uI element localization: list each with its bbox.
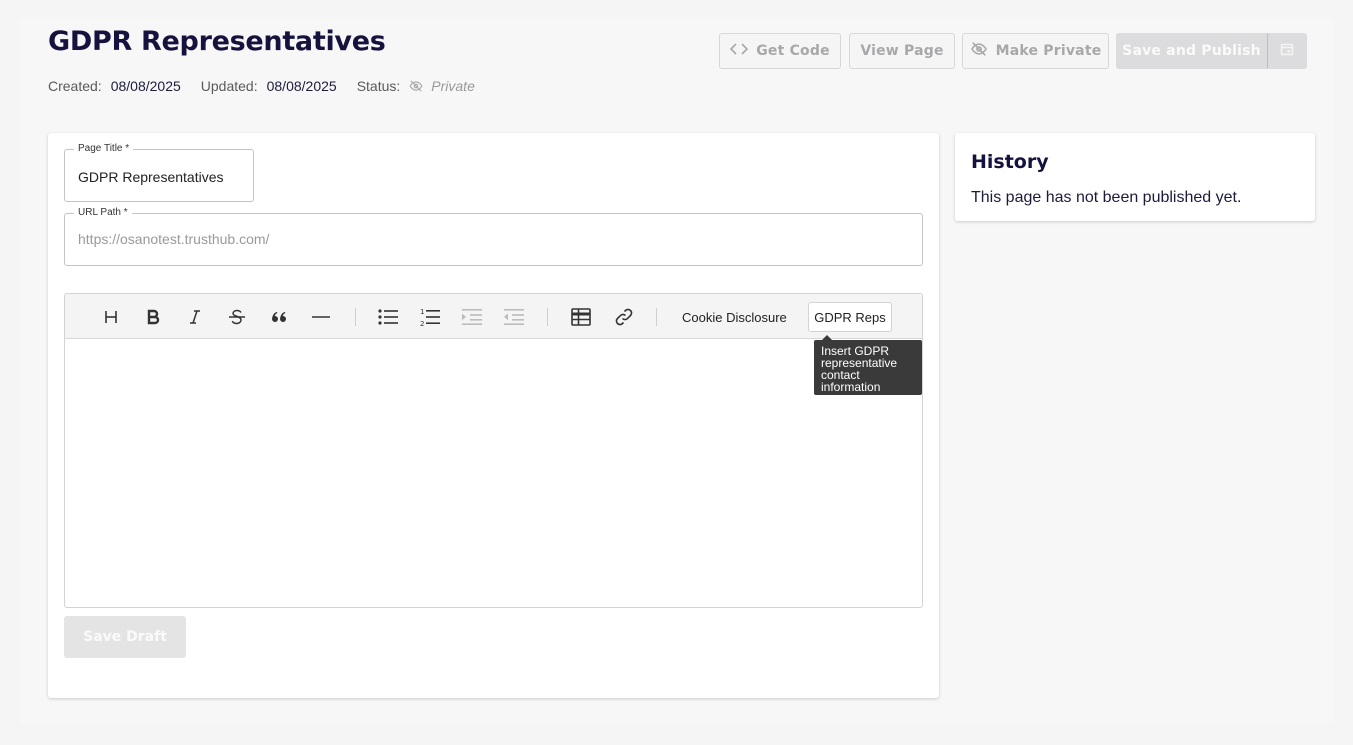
bold-icon[interactable] <box>141 305 165 329</box>
view-page-button[interactable]: View Page <box>849 33 955 69</box>
status-label: Status: <box>356 78 401 94</box>
italic-icon[interactable] <box>183 305 207 329</box>
make-private-button[interactable]: Make Private <box>962 33 1109 69</box>
url-path-field[interactable]: URL Path * <box>64 206 923 266</box>
gdpr-reps-button[interactable]: GDPR Reps <box>808 302 892 332</box>
toolbar-divider <box>355 308 356 326</box>
save-draft-button[interactable]: Save Draft <box>64 616 186 658</box>
strikethrough-icon[interactable] <box>225 305 249 329</box>
numbered-list-icon[interactable]: 12 <box>418 305 442 329</box>
calendar-icon <box>1280 42 1294 60</box>
bullet-list-icon[interactable] <box>376 305 400 329</box>
rich-text-editor[interactable]: 12 Cookie Disclosure GDPR Reps Insert GD… <box>64 293 923 608</box>
url-path-field-label: URL Path * <box>74 206 132 220</box>
link-icon[interactable] <box>612 305 636 329</box>
outdent-icon[interactable] <box>502 305 526 329</box>
history-title: History <box>971 151 1049 173</box>
svg-text:2: 2 <box>420 320 424 327</box>
horizontal-rule-icon[interactable] <box>309 305 333 329</box>
schedule-button[interactable] <box>1267 33 1307 69</box>
code-icon <box>730 43 749 59</box>
view-page-label: View Page <box>860 43 944 59</box>
page-meta: Created: 08/08/2025 Updated: 08/08/2025 … <box>48 78 475 94</box>
indent-icon[interactable] <box>460 305 484 329</box>
created-label: Created: <box>48 78 102 94</box>
save-publish-button[interactable]: Save and Publish <box>1116 33 1267 69</box>
get-code-label: Get Code <box>756 43 830 59</box>
editor-card: Page Title * GDPR Representatives URL Pa… <box>48 133 939 698</box>
get-code-button[interactable]: Get Code <box>719 33 841 69</box>
created-value: 08/08/2025 <box>110 78 181 94</box>
toolbar-divider <box>547 308 548 326</box>
updated-value: 08/08/2025 <box>266 78 337 94</box>
page-actions: Get Code View Page Make Private Save and… <box>719 33 1307 69</box>
quote-icon[interactable] <box>267 305 291 329</box>
publish-split-button: Save and Publish <box>1116 33 1307 69</box>
page-title-field-label: Page Title * <box>74 142 134 156</box>
editor-toolbar: 12 Cookie Disclosure GDPR Reps <box>65 294 922 339</box>
url-path-input[interactable] <box>78 231 898 247</box>
toolbar-divider <box>656 308 657 326</box>
page-title: GDPR Representatives <box>48 26 386 57</box>
page-title-field[interactable]: Page Title * GDPR Representatives <box>64 142 254 202</box>
make-private-label: Make Private <box>995 43 1102 59</box>
eye-off-icon <box>409 80 423 92</box>
heading-icon[interactable] <box>99 305 123 329</box>
status-value: Private <box>431 78 475 94</box>
page-title-field-value[interactable]: GDPR Representatives <box>78 169 224 185</box>
history-text: This page has not been published yet. <box>971 189 1242 206</box>
gdpr-reps-tooltip: Insert GDPR representative contact infor… <box>814 335 922 395</box>
save-publish-label: Save and Publish <box>1122 43 1261 59</box>
cookie-disclosure-button[interactable]: Cookie Disclosure <box>682 310 787 325</box>
table-icon[interactable] <box>569 305 593 329</box>
history-card: History This page has not been published… <box>955 133 1315 221</box>
updated-label: Updated: <box>200 78 258 94</box>
eye-off-icon <box>970 42 988 60</box>
svg-text:1: 1 <box>420 308 424 316</box>
